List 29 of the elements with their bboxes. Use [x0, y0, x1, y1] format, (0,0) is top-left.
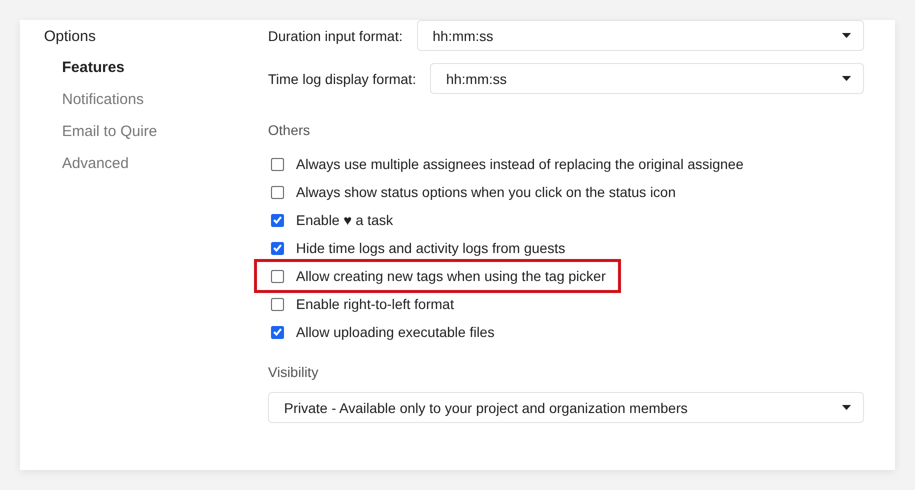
dropdown[interactable]: hh:mm:ss [416, 20, 864, 51]
dropdown[interactable]: Private - Available only to your project and organization members [268, 392, 864, 423]
sidebar-item[interactable]: Notifications [62, 91, 144, 108]
checkbox[interactable] [271, 270, 284, 282]
sidebar-item[interactable]: Email to Quire [62, 123, 158, 140]
section-heading: Visibility [268, 364, 318, 380]
option-label: Allow creating new tags when using the tag picker [296, 268, 606, 284]
checkbox[interactable] [271, 326, 284, 338]
sidebar-item[interactable]: Features [62, 59, 125, 76]
field-label: Duration input format: [268, 28, 403, 44]
option-label: Enable ♥ a task [296, 212, 394, 228]
field-label: Time log display format: [268, 70, 416, 86]
caret-icon [842, 405, 851, 410]
checkbox[interactable] [271, 214, 284, 226]
checkbox[interactable] [271, 242, 284, 254]
sidebar-title: Options [44, 28, 96, 45]
option-label: Hide time logs and activity logs from guests [296, 240, 566, 256]
option-label: Enable right-to-left format [296, 296, 454, 312]
section-heading: Others [268, 122, 310, 138]
option-label: Allow uploading executable files [296, 324, 494, 340]
option-label: Always show status options when you click on the status icon [296, 184, 676, 200]
dropdown[interactable]: hh:mm:ss [430, 63, 864, 94]
caret-icon [842, 76, 851, 81]
checkbox[interactable] [271, 158, 284, 170]
caret-icon [842, 33, 851, 38]
option-label: Always use multiple assignees instead of replacing the original assignee [296, 156, 744, 172]
checkbox[interactable] [271, 186, 284, 198]
checkbox[interactable] [271, 298, 284, 310]
sidebar-item[interactable]: Advanced [62, 155, 129, 172]
